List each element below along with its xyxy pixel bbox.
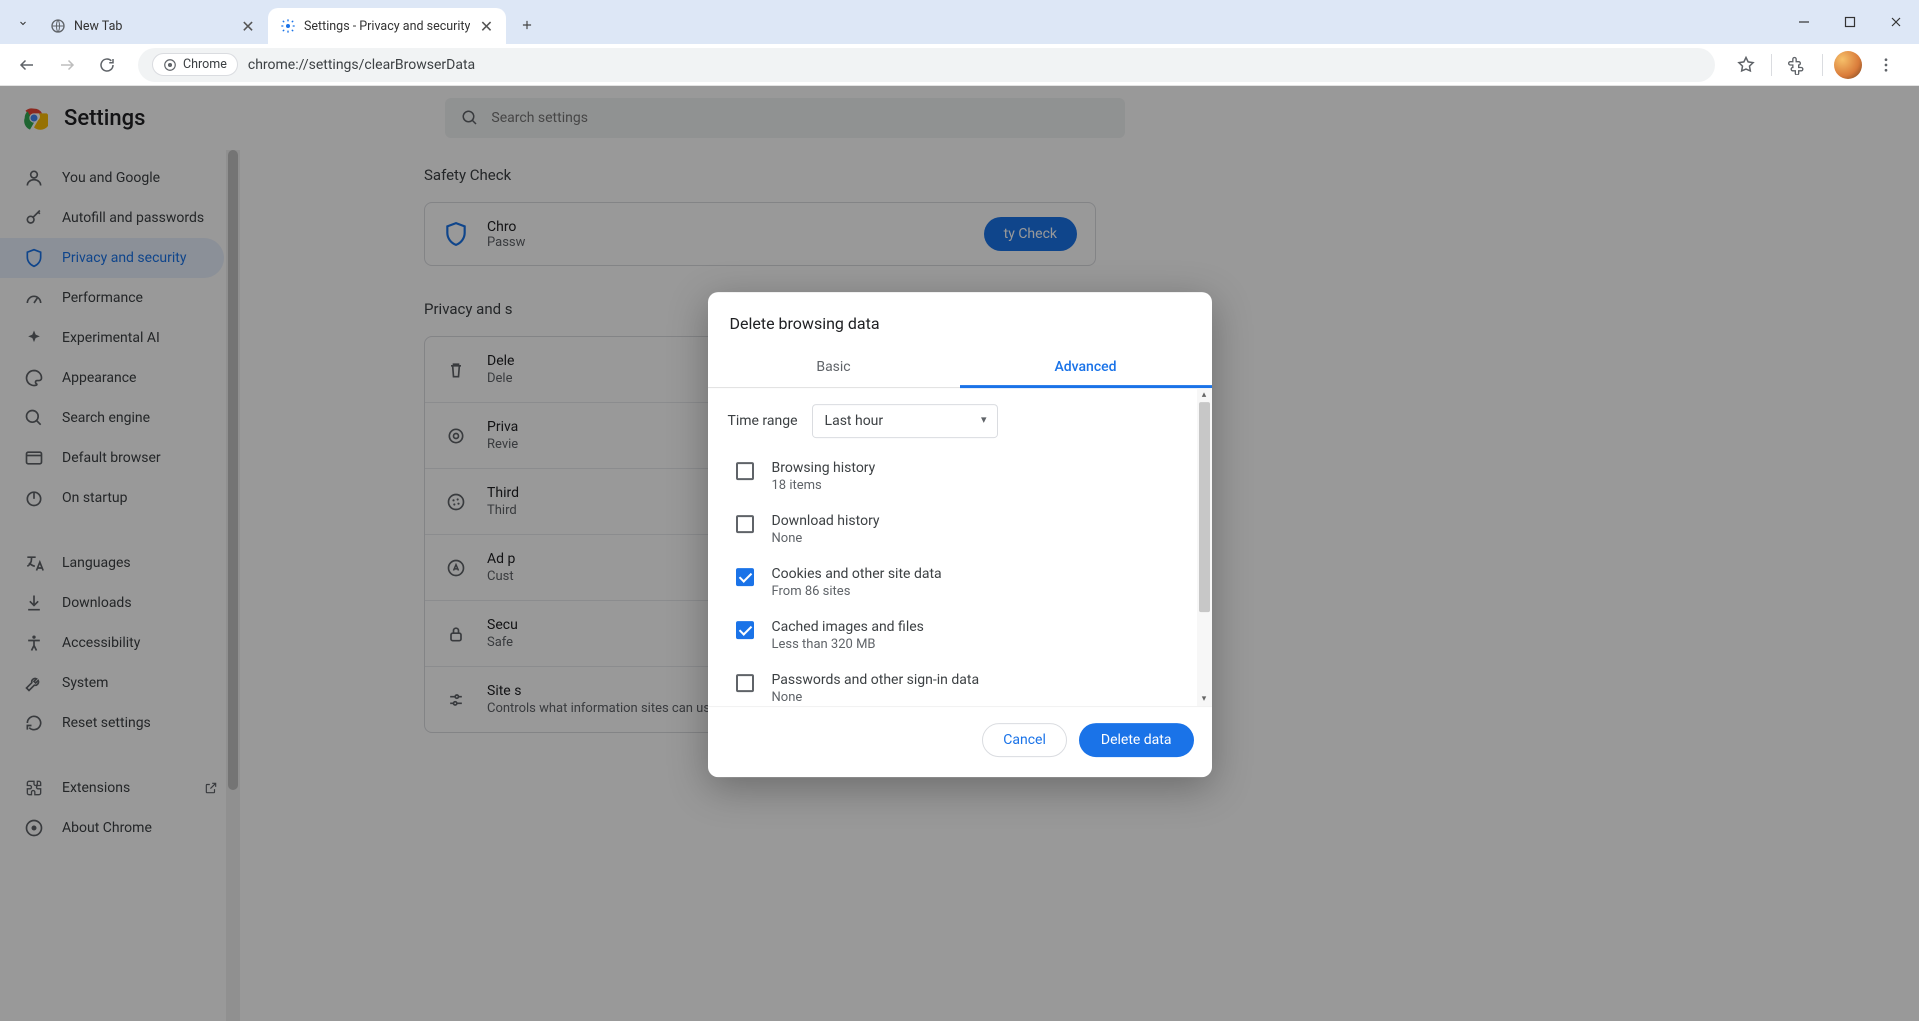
extensions-button[interactable] <box>1780 48 1814 82</box>
menu-button[interactable] <box>1869 48 1903 82</box>
checkbox[interactable] <box>736 674 754 692</box>
tab-new-tab[interactable]: New Tab ✕ <box>38 8 268 44</box>
forward-button[interactable] <box>50 48 84 82</box>
checkbox-title: Download history <box>772 513 880 529</box>
checkbox-title: Browsing history <box>772 460 876 476</box>
checkbox-sub: 18 items <box>772 478 876 493</box>
profile-button[interactable] <box>1831 48 1865 82</box>
checkbox[interactable] <box>736 568 754 586</box>
kebab-icon <box>1877 56 1895 74</box>
close-icon[interactable]: ✕ <box>478 18 494 34</box>
browser-titlebar: New Tab ✕ Settings - Privacy and securit… <box>0 0 1919 44</box>
time-range-label: Time range <box>728 413 798 429</box>
address-bar[interactable]: Chrome chrome://settings/clearBrowserDat… <box>138 48 1715 82</box>
dialog-scrollbar[interactable]: ▴ ▾ <box>1197 388 1212 706</box>
new-tab-button[interactable] <box>512 10 542 40</box>
minimize-button[interactable] <box>1781 0 1827 44</box>
checkbox[interactable] <box>736 515 754 533</box>
plus-icon <box>520 18 534 32</box>
site-chip[interactable]: Chrome <box>152 53 238 76</box>
delete-data-button[interactable]: Delete data <box>1079 723 1194 757</box>
tab-search-dropdown[interactable] <box>8 8 38 38</box>
scrollbar-thumb[interactable] <box>1199 402 1210 612</box>
puzzle-icon <box>1787 55 1807 75</box>
browser-toolbar: Chrome chrome://settings/clearBrowserDat… <box>0 44 1919 86</box>
dialog-body: Time range Last hour Browsing history 18 … <box>708 388 1212 706</box>
checkbox[interactable] <box>736 621 754 639</box>
maximize-button[interactable] <box>1827 0 1873 44</box>
tab-title: Settings - Privacy and security <box>304 19 470 34</box>
settings-page: Settings You and GoogleAutofill and pass… <box>0 86 1919 1021</box>
checkbox-sub: None <box>772 531 880 546</box>
tab-basic[interactable]: Basic <box>708 347 960 387</box>
delete-browsing-data-dialog: Delete browsing data Basic Advanced Time… <box>708 292 1212 777</box>
checkbox-row: Download history None <box>728 505 1212 558</box>
chevron-down-icon <box>17 17 29 29</box>
window-controls <box>1781 0 1919 44</box>
scroll-up-icon[interactable]: ▴ <box>1197 388 1212 402</box>
dialog-actions: Cancel Delete data <box>708 706 1212 777</box>
cancel-button[interactable]: Cancel <box>982 723 1067 757</box>
dialog-title: Delete browsing data <box>708 292 1212 347</box>
back-button[interactable] <box>10 48 44 82</box>
url-text: chrome://settings/clearBrowserData <box>248 57 475 73</box>
checkbox-row: Passwords and other sign-in data None <box>728 664 1212 706</box>
arrow-right-icon <box>58 56 76 74</box>
bookmark-button[interactable] <box>1729 48 1763 82</box>
tab-settings[interactable]: Settings - Privacy and security ✕ <box>268 8 506 44</box>
tab-advanced[interactable]: Advanced <box>960 347 1212 387</box>
scroll-down-icon[interactable]: ▾ <box>1197 692 1212 706</box>
checkbox-row: Browsing history 18 items <box>728 452 1212 505</box>
avatar-icon <box>1834 51 1862 79</box>
divider <box>1771 54 1772 76</box>
checkbox-title: Cookies and other site data <box>772 566 942 582</box>
checkbox-title: Cached images and files <box>772 619 924 635</box>
checkbox-sub: None <box>772 690 980 705</box>
close-window-button[interactable] <box>1873 0 1919 44</box>
checkbox-row: Cookies and other site data From 86 sites <box>728 558 1212 611</box>
checkbox-sub: From 86 sites <box>772 584 942 599</box>
reload-button[interactable] <box>90 48 124 82</box>
globe-icon <box>50 18 66 34</box>
checkbox[interactable] <box>736 462 754 480</box>
time-range-select[interactable]: Last hour <box>812 404 998 438</box>
dialog-tabs: Basic Advanced <box>708 347 1212 388</box>
checkbox-row: Cached images and files Less than 320 MB <box>728 611 1212 664</box>
close-icon[interactable]: ✕ <box>240 18 256 34</box>
arrow-left-icon <box>18 56 36 74</box>
checkbox-sub: Less than 320 MB <box>772 637 924 652</box>
checkbox-title: Passwords and other sign-in data <box>772 672 980 688</box>
chrome-icon <box>163 58 177 72</box>
star-icon <box>1736 55 1756 75</box>
tab-title: New Tab <box>74 19 232 34</box>
reload-icon <box>98 56 116 74</box>
chip-label: Chrome <box>183 57 227 72</box>
gear-icon <box>280 18 296 34</box>
divider <box>1822 54 1823 76</box>
